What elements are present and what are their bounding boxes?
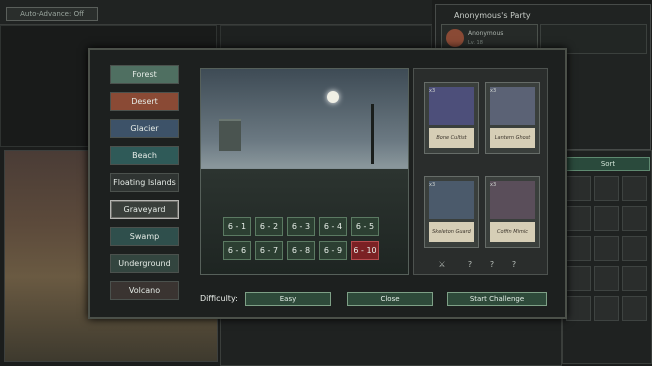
enemy-name: Lantern Ghost <box>490 128 535 148</box>
inventory-slot[interactable] <box>622 236 647 261</box>
auto-advance-toggle[interactable]: Auto-Advance: Off <box>6 7 98 21</box>
level-6-1-button[interactable]: 6 - 1 <box>223 217 251 236</box>
enemy-name: Bone Cultist <box>429 128 474 148</box>
inventory-slot[interactable] <box>622 206 647 231</box>
top-bar: Auto-Advance: Off <box>0 0 432 25</box>
inventory-slot[interactable] <box>622 266 647 291</box>
level-6-3-button[interactable]: 6 - 3 <box>287 217 315 236</box>
level-6-2-button[interactable]: 6 - 2 <box>255 217 283 236</box>
challenge-dialog: Forest Desert Glacier Beach Floating Isl… <box>88 48 567 319</box>
enemy-count: x3 <box>490 88 497 94</box>
sword-icon[interactable]: ⚔ <box>437 260 447 270</box>
level-6-6-button[interactable]: 6 - 6 <box>223 241 251 260</box>
unknown-drop-icon[interactable]: ? <box>509 260 519 270</box>
dead-tree-icon <box>371 104 374 164</box>
enemy-portrait <box>429 181 474 219</box>
enemy-count: x3 <box>429 88 436 94</box>
level-6-4-button[interactable]: 6 - 4 <box>319 217 347 236</box>
sort-button[interactable]: Sort <box>566 157 650 171</box>
level-6-8-button[interactable]: 6 - 8 <box>287 241 315 260</box>
biome-glacier[interactable]: Glacier <box>110 119 179 138</box>
inventory-panel: Sort <box>562 150 652 364</box>
enemy-name: Coffin Mimic <box>490 222 535 242</box>
party-member-level: Lv. 18 <box>468 40 483 46</box>
dialog-footer: Difficulty: Easy Close Start Challenge <box>200 291 550 306</box>
inventory-slot[interactable] <box>594 236 619 261</box>
enemy-count: x3 <box>429 182 436 188</box>
inventory-slot[interactable] <box>594 176 619 201</box>
level-6-10-button[interactable]: 6 - 10 <box>351 241 379 260</box>
biome-floating-islands[interactable]: Floating Islands <box>110 173 179 192</box>
enemy-panel: x3 Bone Cultist x3 Lantern Ghost x3 Skel… <box>413 68 548 275</box>
level-6-7-button[interactable]: 6 - 7 <box>255 241 283 260</box>
enemy-portrait <box>490 87 535 125</box>
moon-icon <box>327 91 339 103</box>
unknown-drop-icon[interactable]: ? <box>465 260 475 270</box>
level-6-5-button[interactable]: 6 - 5 <box>351 217 379 236</box>
inventory-slot[interactable] <box>594 266 619 291</box>
difficulty-label: Difficulty: <box>200 294 238 303</box>
party-member-name: Anonymous <box>468 30 504 37</box>
enemy-card[interactable]: x3 Lantern Ghost <box>485 82 540 154</box>
enemy-portrait <box>429 87 474 125</box>
inventory-slot[interactable] <box>566 296 591 321</box>
graveyard-scene: 6 - 1 6 - 2 6 - 3 6 - 4 6 - 5 6 - 6 6 - … <box>200 68 409 275</box>
enemy-portrait <box>490 181 535 219</box>
inventory-slot[interactable] <box>594 296 619 321</box>
biome-volcano[interactable]: Volcano <box>110 281 179 300</box>
biome-underground[interactable]: Underground <box>110 254 179 273</box>
enemy-card[interactable]: x3 Skeleton Guard <box>424 176 479 248</box>
inventory-slot[interactable] <box>566 266 591 291</box>
inventory-slot[interactable] <box>566 176 591 201</box>
enemy-name: Skeleton Guard <box>429 222 474 242</box>
party-title: Anonymous's Party <box>454 11 531 20</box>
enemy-card[interactable]: x3 Coffin Mimic <box>485 176 540 248</box>
crypt-icon <box>219 119 241 151</box>
biome-forest[interactable]: Forest <box>110 65 179 84</box>
bottom-items-strip <box>220 312 562 366</box>
enemy-count: x3 <box>490 182 497 188</box>
inventory-slot[interactable] <box>622 176 647 201</box>
inventory-slot[interactable] <box>566 206 591 231</box>
start-challenge-button[interactable]: Start Challenge <box>447 292 547 306</box>
biome-desert[interactable]: Desert <box>110 92 179 111</box>
avatar <box>446 29 464 47</box>
biome-graveyard[interactable]: Graveyard <box>110 200 179 219</box>
biome-beach[interactable]: Beach <box>110 146 179 165</box>
drop-list: ⚔ ? ? ? <box>422 260 547 270</box>
enemy-card[interactable]: x3 Bone Cultist <box>424 82 479 154</box>
level-6-9-button[interactable]: 6 - 9 <box>319 241 347 260</box>
difficulty-select[interactable]: Easy <box>245 292 331 306</box>
unknown-drop-icon[interactable]: ? <box>487 260 497 270</box>
close-button[interactable]: Close <box>347 292 433 306</box>
inventory-slot[interactable] <box>594 206 619 231</box>
biome-swamp[interactable]: Swamp <box>110 227 179 246</box>
inventory-slot[interactable] <box>622 296 647 321</box>
inventory-slot[interactable] <box>566 236 591 261</box>
